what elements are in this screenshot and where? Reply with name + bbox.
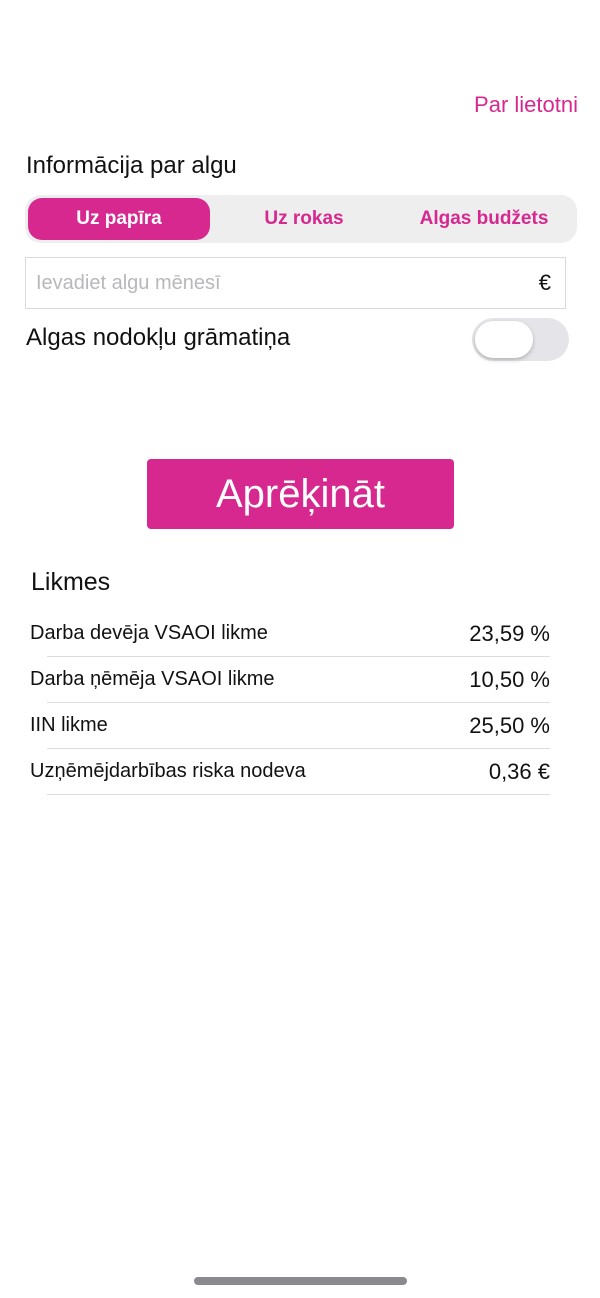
monthly-salary-input[interactable] bbox=[26, 271, 539, 295]
rate-value: 23,59 % bbox=[469, 621, 550, 646]
rate-label: Darba ņēmēja VSAOI likme bbox=[30, 668, 275, 690]
rate-value: 25,50 % bbox=[469, 713, 550, 738]
salary-type-segmented-control: Uz papīra Uz rokas Algas budžets bbox=[25, 195, 577, 243]
rate-label: IIN likme bbox=[30, 714, 108, 736]
row-divider bbox=[47, 794, 550, 795]
tax-book-label: Algas nodokļu grāmatiņa bbox=[26, 324, 291, 351]
rate-label: Uzņēmējdarbības riska nodeva bbox=[30, 760, 306, 782]
rate-row-business-risk-fee: Uzņēmējdarbības riska nodeva 0,36 € bbox=[0, 749, 600, 795]
toggle-knob bbox=[475, 321, 533, 358]
rate-value: 0,36 € bbox=[488, 759, 550, 784]
rates-list: Darba devēja VSAOI likme 23,59 % Darba ņ… bbox=[0, 611, 600, 795]
tab-gross-salary[interactable]: Uz papīra bbox=[28, 198, 210, 240]
tab-salary-budget[interactable]: Algas budžets bbox=[394, 198, 574, 240]
euro-currency-suffix: € bbox=[538, 270, 551, 295]
rate-row-employee-vsaoi: Darba ņēmēja VSAOI likme 10,50 % bbox=[0, 657, 600, 703]
salary-info-heading: Informācija par algu bbox=[26, 152, 237, 179]
tax-book-toggle[interactable] bbox=[472, 318, 569, 361]
rates-title: Likmes bbox=[31, 568, 111, 596]
rate-row-employer-vsaoi: Darba devēja VSAOI likme 23,59 % bbox=[0, 611, 600, 657]
rate-value: 10,50 % bbox=[469, 667, 550, 692]
home-indicator[interactable] bbox=[194, 1277, 407, 1285]
salary-input-container: € bbox=[25, 257, 566, 309]
rate-row-iin: IIN likme 25,50 % bbox=[0, 703, 600, 749]
tab-net-salary[interactable]: Uz rokas bbox=[214, 198, 394, 240]
about-app-link[interactable]: Par lietotni bbox=[474, 92, 578, 118]
rate-label: Darba devēja VSAOI likme bbox=[30, 622, 268, 644]
calculate-button[interactable]: Aprēķināt bbox=[147, 459, 454, 529]
